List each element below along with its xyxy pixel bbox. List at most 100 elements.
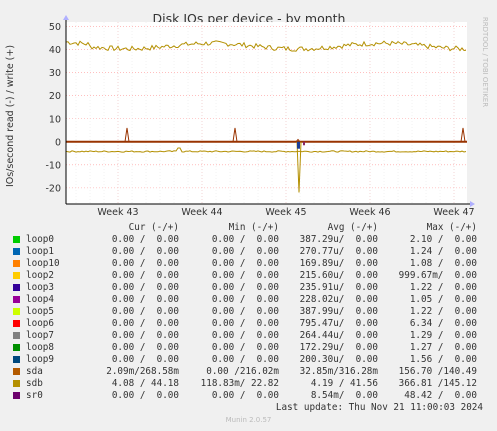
- y-tick-label: 20: [49, 91, 61, 102]
- legend-swatch: [13, 332, 20, 339]
- legend-max: 1.05 / 0.00: [409, 294, 477, 305]
- legend-row-loop7: loop7 0.00 / 0.00 0.00 / 0.00 264.44u/ 0.00…: [0, 330, 497, 342]
- rrdtool-watermark: RRDTOOL / TOBI OETIKER: [481, 17, 489, 107]
- legend-max: 2.10 / 0.00: [409, 234, 477, 245]
- legend-min: 0.00 / 0.00: [211, 354, 279, 365]
- y-tick-label: 30: [49, 68, 61, 79]
- legend-name: loop0: [26, 234, 54, 245]
- legend-max: 6.34 / 0.00: [409, 318, 477, 329]
- y-tick-label: 50: [49, 22, 61, 33]
- legend-name: loop6: [26, 318, 54, 329]
- munin-version: Munin 2.0.57: [225, 416, 272, 424]
- legend-max: 156.70 /140.49: [398, 366, 477, 377]
- legend-min: 0.00 / 0.00: [211, 246, 279, 257]
- legend-header-min: Min (-/+): [228, 222, 279, 233]
- legend-row-loop3: loop3 0.00 / 0.00 0.00 / 0.00 235.91u/ 0.00…: [0, 282, 497, 294]
- legend-swatch: [13, 248, 20, 255]
- legend-cur: 0.00 / 0.00: [111, 342, 179, 353]
- legend-max: 366.81 /145.12: [398, 378, 477, 389]
- legend-name: loop1: [26, 246, 54, 257]
- legend-avg: 32.85m/316.28m: [299, 366, 378, 377]
- legend-cur: 4.08 / 44.18: [111, 378, 179, 389]
- legend-swatch: [13, 308, 20, 315]
- legend-max: 1.08 / 0.00: [409, 258, 477, 269]
- munin-graph: Disk IOs per device - by month IOs/secon…: [0, 0, 497, 431]
- legend-min: 0.00 / 0.00: [211, 294, 279, 305]
- legend-swatch: [13, 344, 20, 351]
- legend-row-loop6: loop6 0.00 / 0.00 0.00 / 0.00 795.47u/ 0.00…: [0, 318, 497, 330]
- legend-avg: 228.02u/ 0.00: [299, 294, 378, 305]
- series-read-dip-marker: [303, 141, 305, 146]
- legend-swatch: [13, 260, 20, 267]
- legend-swatch: [13, 236, 20, 243]
- legend-min: 0.00 / 0.00: [211, 390, 279, 401]
- legend-max: 1.29 / 0.00: [409, 330, 477, 341]
- legend-row-sda: sda 2.09m/268.58m 0.00 /216.02m 32.85m/316.…: [0, 366, 497, 378]
- legend-avg: 169.89u/ 0.00: [299, 258, 378, 269]
- legend-header-max: Max (-/+): [426, 222, 477, 233]
- legend-avg: 215.60u/ 0.00: [299, 270, 378, 281]
- legend-row-loop8: loop8 0.00 / 0.00 0.00 / 0.00 172.29u/ 0.00…: [0, 342, 497, 354]
- legend-name: loop9: [26, 354, 54, 365]
- legend-name: loop4: [26, 294, 54, 305]
- y-tick-label: -10: [45, 160, 61, 171]
- legend-name: sr0: [26, 390, 43, 401]
- plot-area: [66, 22, 467, 204]
- legend-name: loop8: [26, 342, 54, 353]
- legend-avg: 235.91u/ 0.00: [299, 282, 378, 293]
- legend-row-sr0: sr0 0.00 / 0.00 0.00 / 0.00 8.54m/ 0.00 48.4…: [0, 390, 497, 402]
- legend-row-loop4: loop4 0.00 / 0.00 0.00 / 0.00 228.02u/ 0.00…: [0, 294, 497, 306]
- legend-swatch: [13, 320, 20, 327]
- legend-row-loop1: loop1 0.00 / 0.00 0.00 / 0.00 270.77u/ 0.00…: [0, 246, 497, 258]
- x-ticks: Week 43 Week 44 Week 45 Week 46 Week 47: [97, 207, 474, 218]
- legend-cur: 2.09m/268.58m: [106, 366, 179, 377]
- legend-min: 0.00 / 0.00: [211, 282, 279, 293]
- legend-cur: 0.00 / 0.00: [111, 246, 179, 257]
- legend-cur: 0.00 / 0.00: [111, 294, 179, 305]
- y-axis-label: IOs/second read (-) / write (+): [5, 45, 16, 187]
- legend-avg: 8.54m/ 0.00: [310, 390, 378, 401]
- y-axis-arrow: [63, 15, 69, 20]
- legend-avg: 200.30u/ 0.00: [299, 354, 378, 365]
- legend-swatch: [13, 392, 20, 399]
- legend-swatch: [13, 356, 20, 363]
- legend-max: 1.27 / 0.00: [409, 342, 477, 353]
- legend-cur: 0.00 / 0.00: [111, 354, 179, 365]
- legend-avg: 387.99u/ 0.00: [299, 306, 378, 317]
- legend-cur: 0.00 / 0.00: [111, 258, 179, 269]
- legend-min: 118.83m/ 22.82: [200, 378, 279, 389]
- legend-swatch: [13, 296, 20, 303]
- legend-avg: 387.29u/ 0.00: [299, 234, 378, 245]
- legend-max: 1.22 / 0.00: [409, 282, 477, 293]
- x-tick-label: Week 43: [97, 207, 138, 218]
- legend-swatch: [13, 380, 20, 387]
- y-ticks: 50 40 30 20 10 0 -10 -20: [45, 22, 61, 194]
- legend-swatch: [13, 284, 20, 291]
- legend-max: 1.22 / 0.00: [409, 306, 477, 317]
- legend-row-loop9: loop9 0.00 / 0.00 0.00 / 0.00 200.30u/ 0.00…: [0, 354, 497, 366]
- legend-row-sdb: sdb 4.08 / 44.18 118.83m/ 22.82 4.19 / 41.5…: [0, 378, 497, 390]
- legend-avg: 264.44u/ 0.00: [299, 330, 378, 341]
- legend-swatch: [13, 272, 20, 279]
- legend-name: loop2: [26, 270, 54, 281]
- y-tick-label: -20: [45, 183, 61, 194]
- legend-cur: 0.00 / 0.00: [111, 234, 179, 245]
- x-tick-label: Week 46: [349, 207, 390, 218]
- legend-row-loop10: loop10 0.00 / 0.00 0.00 / 0.00 169.89u/ 0.0…: [0, 258, 497, 270]
- legend-max: 48.42 / 0.00: [404, 390, 477, 401]
- legend-name: loop10: [26, 258, 60, 269]
- legend-cur: 0.00 / 0.00: [111, 306, 179, 317]
- series-read-dip-marker: [297, 141, 300, 149]
- legend-min: 0.00 /216.02m: [206, 366, 279, 377]
- legend-min: 0.00 / 0.00: [211, 306, 279, 317]
- legend-min: 0.00 / 0.00: [211, 342, 279, 353]
- legend-swatch: [13, 368, 20, 375]
- y-tick-label: 10: [49, 114, 61, 125]
- legend-cur: 0.00 / 0.00: [111, 330, 179, 341]
- legend-max: 1.56 / 0.00: [409, 354, 477, 365]
- legend-name: sda: [26, 366, 43, 377]
- legend-name: loop5: [26, 306, 54, 317]
- legend-row-loop2: loop2 0.00 / 0.00 0.00 / 0.00 215.60u/ 0.00…: [0, 270, 497, 282]
- legend-min: 0.00 / 0.00: [211, 270, 279, 281]
- legend-avg: 270.77u/ 0.00: [299, 246, 378, 257]
